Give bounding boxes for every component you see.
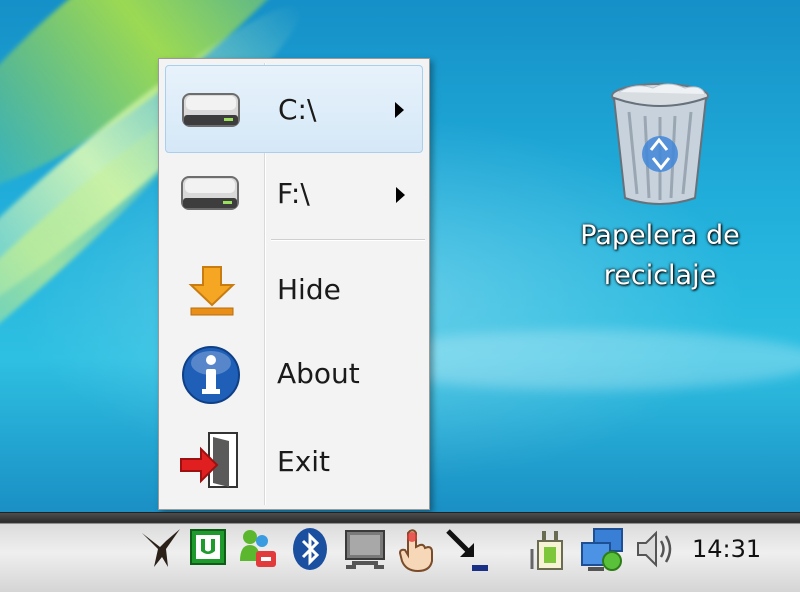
download-arrow-icon: [188, 266, 236, 316]
menu-item-exit[interactable]: Exit: [165, 421, 423, 505]
tray-context-menu: C:\ F:\ Hide About Exit: [158, 58, 430, 510]
menu-item-label: Exit: [277, 445, 331, 478]
recycle-bin-icon: [611, 83, 709, 205]
menu-item-drive-c[interactable]: C:\: [165, 65, 423, 153]
menu-item-label: Hide: [277, 273, 341, 306]
menu-item-about[interactable]: About: [165, 333, 423, 419]
taskbar: 14:31: [0, 512, 800, 593]
info-icon: [182, 346, 240, 404]
recycle-bin[interactable]: Papelera de reciclaje: [540, 70, 780, 296]
desktop: Papelera de reciclaje C:\ F:\ Hide About…: [0, 0, 800, 512]
messenger-icon[interactable]: [236, 527, 280, 571]
network-icon[interactable]: [580, 527, 626, 573]
eagle-icon[interactable]: [140, 527, 182, 571]
utorrent-icon[interactable]: [188, 527, 228, 567]
menu-separator: [271, 239, 425, 241]
submenu-arrow-icon: [395, 102, 404, 118]
screen-bottom-strip: [0, 592, 800, 600]
menu-item-label: F:\: [277, 177, 310, 210]
drive-icon: [181, 176, 239, 210]
submenu-arrow-icon: [396, 187, 405, 203]
recycle-bin-label-line1: Papelera de: [580, 220, 740, 251]
monitor-icon[interactable]: [342, 527, 388, 571]
exit-door-icon: [180, 432, 238, 488]
menu-item-drive-f[interactable]: F:\: [165, 155, 423, 235]
power-plug-icon[interactable]: [528, 527, 568, 573]
drive-icon: [182, 93, 240, 127]
menu-item-label: About: [277, 357, 360, 390]
arrow-down-right-icon[interactable]: [444, 527, 490, 573]
recycle-bin-label-line2: reciclaje: [603, 260, 717, 291]
recycle-bin-label: Papelera de reciclaje: [540, 216, 780, 296]
hand-pointer-icon[interactable]: [396, 527, 436, 573]
taskbar-clock[interactable]: 14:31: [692, 535, 761, 563]
menu-item-label: C:\: [278, 93, 317, 126]
bluetooth-icon[interactable]: [290, 527, 330, 571]
volume-icon[interactable]: [634, 527, 678, 571]
menu-item-hide[interactable]: Hide: [165, 247, 423, 331]
